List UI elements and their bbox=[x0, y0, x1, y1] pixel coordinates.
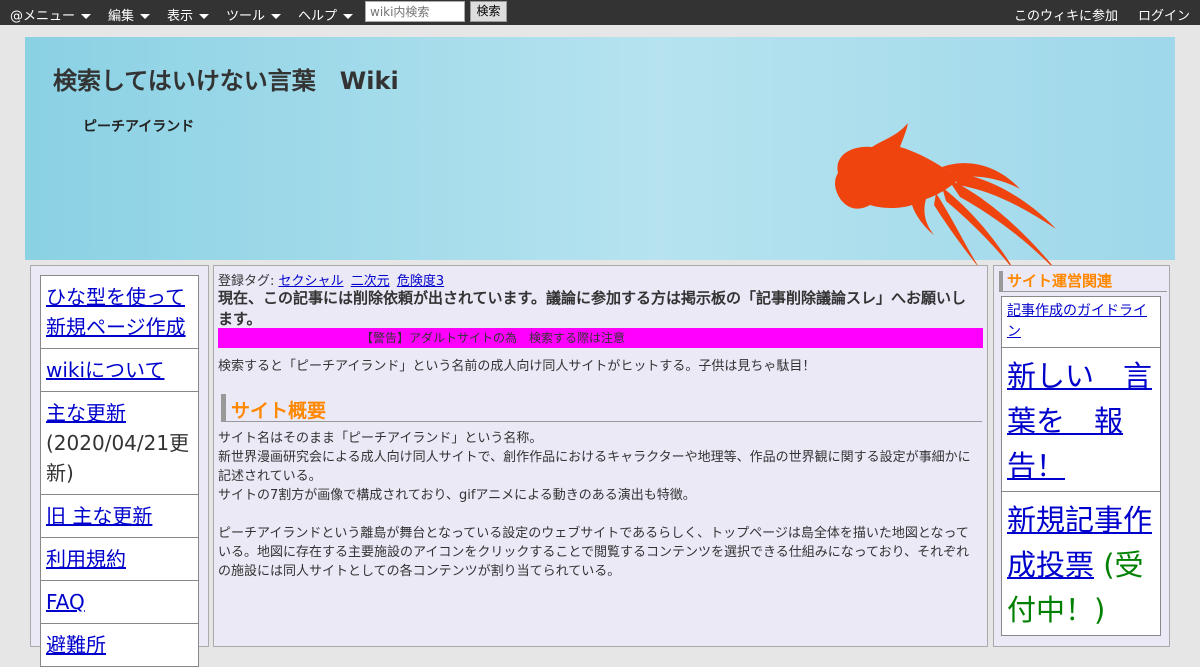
paragraph-line: サイトの7割方が画像で構成されており、gifアニメによる動きのある演出も特徴。 bbox=[218, 488, 696, 503]
adult-warning-banner: 【警告】アダルトサイトの為 検索する際は注意 bbox=[218, 328, 983, 348]
left-nav-item-about: wikiについて bbox=[40, 349, 199, 392]
caret-down-icon bbox=[199, 14, 210, 19]
left-nav-item-terms: 利用規約 bbox=[40, 538, 199, 581]
view-dropdown[interactable]: 表示 bbox=[167, 5, 210, 24]
menu-label: @メニュー bbox=[10, 9, 76, 24]
left-nav-item-template: ひな型を使って新規ページ作成 bbox=[40, 275, 199, 349]
right-nav-item-report: 新しい 言葉を 報告！ bbox=[1001, 348, 1161, 492]
refuge-link[interactable]: 避難所 bbox=[46, 633, 106, 657]
tools-label: ツール bbox=[226, 9, 266, 24]
wiki-search-input[interactable] bbox=[365, 1, 465, 22]
deletion-notice: 現在、この記事には削除依頼が出されています。議論に参加する方は掲示板の「記事削除… bbox=[218, 289, 967, 328]
view-label: 表示 bbox=[167, 9, 194, 24]
article-guideline-link[interactable]: 記事作成のガイドライン bbox=[1007, 303, 1147, 340]
about-wiki-link[interactable]: wikiについて bbox=[46, 358, 164, 382]
new-page-from-template-link[interactable]: ひな型を使って新規ページ作成 bbox=[46, 285, 186, 339]
right-nav-item-guideline: 記事作成のガイドライン bbox=[1001, 296, 1161, 348]
paragraph-line: 新世界漫画研究会による成人向け同人サイトで、創作作品におけるキャラクターや地理等… bbox=[218, 450, 971, 484]
page-title: ピーチアイランド bbox=[83, 119, 195, 135]
left-nav-item-faq: FAQ bbox=[40, 581, 199, 624]
section-title: サイト概要 bbox=[231, 400, 327, 422]
login-link[interactable]: ログイン bbox=[1138, 5, 1190, 24]
terms-link[interactable]: 利用規約 bbox=[46, 547, 126, 571]
menu-dropdown[interactable]: @メニュー bbox=[10, 5, 92, 24]
main-content: 登録タグ: セクシャル 二次元 危険度3 現在、この記事には削除依頼が出されてい… bbox=[213, 265, 988, 647]
goldfish-logo bbox=[835, 123, 1062, 277]
left-nav-list: ひな型を使って新規ページ作成 wikiについて 主な更新 (2020/04/21… bbox=[40, 275, 199, 667]
paragraph-spacer bbox=[218, 505, 980, 524]
tag-list: 登録タグ: セクシャル 二次元 危険度3 bbox=[218, 270, 447, 289]
caret-down-icon bbox=[343, 14, 354, 19]
tag-link[interactable]: セクシャル bbox=[279, 274, 344, 289]
right-sidebar: サイト運営関連 記事作成のガイドライン 新しい 言葉を 報告！ 新規記事作成投票… bbox=[993, 265, 1170, 647]
help-dropdown[interactable]: ヘルプ bbox=[298, 5, 354, 24]
caret-down-icon bbox=[81, 14, 92, 19]
site-title[interactable]: 検索してはいけない言葉 Wiki bbox=[53, 61, 399, 96]
left-nav-item-old-updates: 旧 主な更新 bbox=[40, 495, 199, 538]
site-header: 検索してはいけない言葉 Wiki ピーチアイランド bbox=[25, 37, 1175, 277]
old-updates-link[interactable]: 旧 主な更新 bbox=[46, 504, 152, 528]
paragraph: ピーチアイランドという離島が舞台となっている設定のウェブサイトであるらしく、トッ… bbox=[218, 526, 970, 579]
join-wiki-link[interactable]: このウィキに参加 bbox=[1014, 5, 1118, 24]
right-sidebar-heading: サイト運営関連 bbox=[999, 271, 1167, 292]
edit-label: 編集 bbox=[108, 9, 135, 24]
tools-dropdown[interactable]: ツール bbox=[226, 5, 282, 24]
report-new-word-link[interactable]: 新しい 言葉を 報告！ bbox=[1007, 359, 1152, 483]
tag-link[interactable]: 二次元 bbox=[351, 274, 390, 289]
left-sidebar: ひな型を使って新規ページ作成 wikiについて 主な更新 (2020/04/21… bbox=[30, 265, 209, 667]
edit-dropdown[interactable]: 編集 bbox=[108, 5, 151, 24]
article-body: サイト名はそのまま「ピーチアイランド」という名称。 新世界漫画研究会による成人向… bbox=[218, 429, 980, 581]
major-updates-link[interactable]: 主な更新 bbox=[46, 401, 126, 425]
left-nav-item-updates: 主な更新 (2020/04/21更新) bbox=[40, 392, 199, 495]
right-nav-list: 記事作成のガイドライン 新しい 言葉を 報告！ 新規記事作成投票 (受付中！) bbox=[1001, 296, 1161, 636]
caret-down-icon bbox=[140, 14, 151, 19]
intro-text: 検索すると「ピーチアイランド」という名前の成人向け同人サイトがヒットする。子供は… bbox=[218, 359, 816, 374]
update-date-text: (2020/04/21更新) bbox=[46, 431, 190, 485]
search-button[interactable]: 検索 bbox=[470, 1, 507, 22]
section-heading: サイト概要 bbox=[221, 394, 982, 422]
left-nav-item-refuge: 避難所 bbox=[40, 624, 199, 667]
caret-down-icon bbox=[271, 14, 282, 19]
warning-text: 【警告】アダルトサイトの為 検索する際は注意 bbox=[361, 331, 626, 345]
faq-link[interactable]: FAQ bbox=[46, 590, 85, 614]
help-label: ヘルプ bbox=[298, 9, 338, 24]
top-menu-bar: @メニュー 編集 表示 ツール ヘルプ 検索 このウィキに参加 ログイン bbox=[0, 0, 1200, 25]
tag-link[interactable]: 危険度3 bbox=[397, 274, 444, 289]
right-nav-item-vote: 新規記事作成投票 (受付中！) bbox=[1001, 492, 1161, 636]
tags-label: 登録タグ: bbox=[218, 274, 275, 289]
paragraph-line: サイト名はそのまま「ピーチアイランド」という名称。 bbox=[218, 431, 543, 446]
